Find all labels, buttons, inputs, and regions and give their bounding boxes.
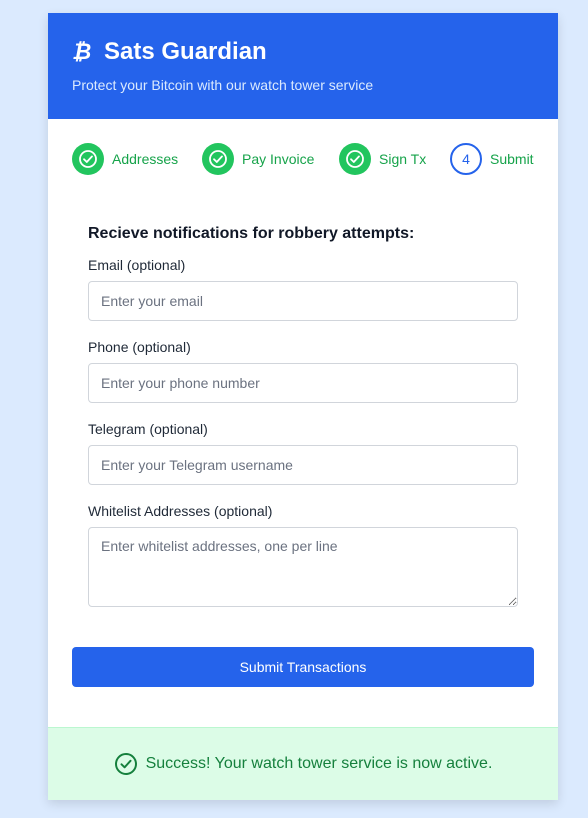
step-label: Pay Invoice [242,151,315,167]
check-circle-icon [72,143,104,175]
phone-field[interactable] [88,363,518,403]
step-sign-tx[interactable]: Sign Tx [339,143,426,175]
telegram-group: Telegram (optional) [88,421,518,485]
check-circle-icon [339,143,371,175]
step-pay-invoice[interactable]: Pay Invoice [202,143,314,175]
phone-group: Phone (optional) [88,339,518,403]
main-card: ₿ Sats Guardian Protect your Bitcoin wit… [48,13,558,800]
step-label: Sign Tx [379,151,427,167]
check-circle-icon [114,753,137,775]
section-heading: Recieve notifications for robbery attemp… [88,225,415,242]
step-number-badge: 4 [450,143,482,175]
step-label: Addresses [112,151,179,167]
check-circle-icon [202,143,234,175]
phone-label: Phone (optional) [88,339,191,355]
whitelist-label: Whitelist Addresses (optional) [88,503,273,519]
app-title: Sats Guardian [104,38,267,65]
whitelist-textarea[interactable] [88,527,518,607]
whitelist-group: Whitelist Addresses (optional) [88,503,518,607]
email-field[interactable] [88,281,518,321]
step-addresses[interactable]: Addresses [72,143,178,175]
bitcoin-icon: ₿ [72,39,92,64]
tagline: Protect your Bitcoin with our watch towe… [72,77,374,93]
telegram-field[interactable] [88,445,518,485]
brand: ₿ Sats Guardian [72,38,267,66]
notification-form: Recieve notifications for robbery attemp… [88,225,518,625]
success-message: Success! Your watch tower service is now… [145,755,493,772]
success-banner: Success! Your watch tower service is now… [48,727,558,800]
email-label: Email (optional) [88,257,186,273]
app-header: ₿ Sats Guardian Protect your Bitcoin wit… [48,13,558,119]
email-group: Email (optional) [88,257,518,321]
telegram-label: Telegram (optional) [88,421,208,437]
step-submit[interactable]: 4 Submit [450,143,534,175]
step-label: Submit [490,151,534,167]
submit-transactions-button[interactable]: Submit Transactions [72,647,534,687]
progress-steps: Addresses Pay Invoice Sign Tx 4 Submit [72,143,542,175]
